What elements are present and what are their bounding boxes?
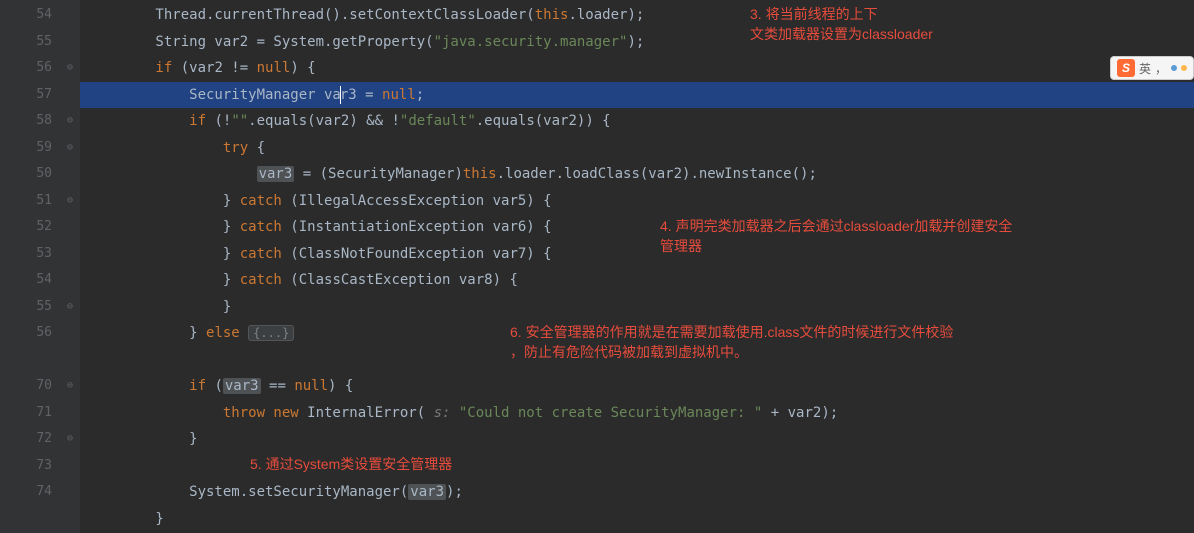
line-number[interactable]: 55 xyxy=(0,294,60,321)
fold-marker[interactable] xyxy=(60,82,80,109)
code-editor: 54 55 56 57 58 59 50 51 52 53 54 55 56 7… xyxy=(0,0,1194,533)
fold-marker[interactable] xyxy=(60,161,80,188)
code-line[interactable]: if (!"".equals(var2) && !"default".equal… xyxy=(80,108,1194,135)
fold-marker[interactable]: ⊖ xyxy=(60,373,80,400)
fold-marker[interactable] xyxy=(60,347,80,374)
line-number xyxy=(0,347,60,374)
code-line[interactable]: System.setSecurityManager(var3); xyxy=(80,479,1194,506)
code-line[interactable]: if (var3 == null) { xyxy=(80,373,1194,400)
fold-marker[interactable]: ⊖ xyxy=(60,294,80,321)
line-number[interactable]: 52 xyxy=(0,214,60,241)
fold-marker[interactable] xyxy=(60,214,80,241)
code-line[interactable]: throw new InternalError( s: "Could not c… xyxy=(80,400,1194,427)
fold-marker[interactable] xyxy=(60,2,80,29)
code-line-current[interactable]: SecurityManager var3 = null; xyxy=(80,82,1194,109)
line-number[interactable]: 54 xyxy=(0,267,60,294)
annotation-4: 4. 声明完类加载器之后会通过classloader加载并创建安全 管理器 xyxy=(660,216,1012,256)
code-line[interactable]: var3 = (SecurityManager)this.loader.load… xyxy=(80,161,1194,188)
ime-status-dot xyxy=(1181,65,1187,71)
fold-marker[interactable] xyxy=(60,241,80,268)
line-number[interactable]: 72 xyxy=(0,426,60,453)
line-number[interactable]: 71 xyxy=(0,400,60,427)
ime-toolbar[interactable]: S 英 ， xyxy=(1110,56,1194,80)
code-line[interactable]: } catch (ClassCastException var8) { xyxy=(80,267,1194,294)
line-number[interactable]: 56 xyxy=(0,55,60,82)
code-line[interactable]: } xyxy=(80,506,1194,533)
fold-marker[interactable] xyxy=(60,453,80,480)
code-line[interactable]: String var2 = System.getProperty("java.s… xyxy=(80,29,1194,56)
code-line[interactable]: } xyxy=(80,426,1194,453)
line-number[interactable]: 57 xyxy=(0,82,60,109)
fold-marker[interactable]: ⊖ xyxy=(60,135,80,162)
line-number[interactable]: 55 xyxy=(0,29,60,56)
code-line[interactable]: } catch (IllegalAccessException var5) { xyxy=(80,188,1194,215)
line-number[interactable]: 59 xyxy=(0,135,60,162)
line-number[interactable]: 56 xyxy=(0,320,60,347)
annotation-5: 5. 通过System类设置安全管理器 xyxy=(250,454,452,474)
fold-marker[interactable] xyxy=(60,400,80,427)
code-line[interactable]: } catch (ClassNotFoundException var7) { xyxy=(80,241,1194,268)
fold-marker[interactable] xyxy=(60,29,80,56)
fold-marker[interactable]: ⊖ xyxy=(60,55,80,82)
code-line[interactable]: } xyxy=(80,294,1194,321)
line-number[interactable]: 50 xyxy=(0,161,60,188)
ime-status-dot xyxy=(1171,65,1177,71)
fold-marker[interactable]: ⊖ xyxy=(60,426,80,453)
annotation-6: 6. 安全管理器的作用就是在需要加载使用.class文件的时候进行文件校验 ，防… xyxy=(510,322,953,362)
line-number[interactable]: 58 xyxy=(0,108,60,135)
code-line[interactable]: Thread.currentThread().setContextClassLo… xyxy=(80,2,1194,29)
line-number[interactable]: 53 xyxy=(0,241,60,268)
fold-marker[interactable] xyxy=(60,479,80,506)
line-number[interactable]: 51 xyxy=(0,188,60,215)
code-content[interactable]: Thread.currentThread().setContextClassLo… xyxy=(80,0,1194,533)
fold-marker[interactable] xyxy=(60,267,80,294)
code-line[interactable]: } catch (InstantiationException var6) { xyxy=(80,214,1194,241)
fold-marker[interactable] xyxy=(60,320,80,347)
fold-gutter: ⊖ ⊖ ⊖ ⊖ ⊖ ⊖ ⊖ xyxy=(60,0,80,533)
line-number-gutter: 54 55 56 57 58 59 50 51 52 53 54 55 56 7… xyxy=(0,0,60,533)
ime-punct[interactable]: ， xyxy=(1155,60,1167,77)
line-number[interactable]: 70 xyxy=(0,373,60,400)
line-number[interactable]: 54 xyxy=(0,2,60,29)
fold-marker[interactable]: ⊖ xyxy=(60,188,80,215)
line-number[interactable]: 74 xyxy=(0,479,60,506)
code-line[interactable]: try { xyxy=(80,135,1194,162)
ime-language[interactable]: 英 xyxy=(1139,60,1151,77)
sogou-icon[interactable]: S xyxy=(1117,59,1135,77)
annotation-3: 3. 将当前线程的上下 文类加载器设置为classloader xyxy=(750,4,933,44)
code-line[interactable] xyxy=(80,453,1194,480)
fold-marker[interactable]: ⊖ xyxy=(60,108,80,135)
line-number[interactable]: 73 xyxy=(0,453,60,480)
folded-block[interactable]: {...} xyxy=(248,325,294,341)
code-line[interactable]: if (var2 != null) { xyxy=(80,55,1194,82)
